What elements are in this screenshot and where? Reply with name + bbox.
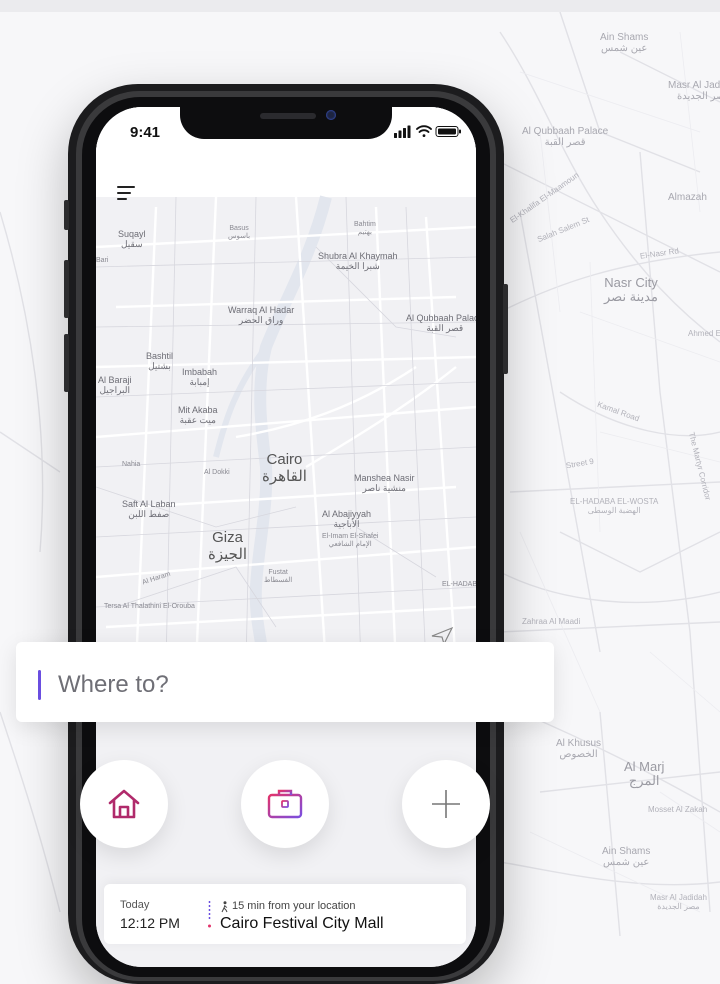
map-label: Al Dokki (204, 469, 230, 476)
map-label: Suqayl سقيل (118, 229, 146, 250)
bg-label: EL-HADABA EL-WOSTA الهضبة الوسطى (570, 497, 659, 515)
briefcase-icon (267, 789, 303, 819)
map-label-giza: Giza الجيزة (208, 529, 248, 564)
map-label-cairo: Cairo القاهرة (262, 451, 307, 486)
status-icons (394, 123, 462, 139)
map-label: Saft Al Laban صفط اللبن (122, 499, 176, 520)
volume-up-button (64, 260, 69, 318)
map-label: Manshea Nasir منشية ناصر (354, 473, 415, 494)
power-button (503, 284, 508, 374)
search-caret (38, 670, 41, 700)
map-label: Basus باسوس (228, 225, 251, 241)
map-label: Bashtil بشتيل (146, 351, 174, 372)
trip-time: 12:12 PM (120, 915, 180, 931)
map-label: Shubra Al Khaymah شبرا الخيمة (318, 251, 398, 272)
bg-label: Masr Al Jadidahمصر الجديدة (650, 893, 707, 911)
bg-label: Zahraa Al Maadi (522, 617, 581, 626)
map-label: Tersa Al Thalathini El-Orouba (104, 603, 195, 610)
mute-switch (64, 200, 69, 230)
home-icon (108, 789, 140, 819)
map-label: Bahtim بهتيم (354, 221, 376, 237)
map-label: Fustat الفسطاط (264, 569, 293, 585)
bg-label: Ain Shams عين شمس (600, 32, 649, 54)
map-label: Mit Akaba ميت عقبة (178, 405, 218, 426)
map-label: Nahia (122, 461, 141, 468)
add-button[interactable] (402, 760, 490, 848)
trip-day: Today (120, 899, 150, 911)
bg-label: Ain Shams عين شمس (602, 846, 651, 868)
map-label: Warraq Al Hadar وراق الحضر (228, 305, 295, 326)
bg-label: Al Khusus الخصوص (556, 738, 602, 760)
plus-icon (432, 790, 460, 818)
map-label: Al Baraji البراجيل (98, 375, 132, 396)
trip-destination: Cairo Festival City Mall (220, 915, 384, 932)
search-input[interactable] (56, 662, 540, 708)
map-label: Bari (96, 257, 109, 264)
trip-distance: 15 min from your location (232, 900, 356, 912)
earpiece-speaker (260, 113, 316, 119)
bg-label: Al Marj المرج (624, 759, 665, 789)
map-label: Al Qubbaah Palace قصر القبة (406, 313, 476, 334)
map-label: El-Imam El-Shafei الإمام الشافعي (322, 533, 379, 549)
bg-label: Nasr City مدينة نصر (604, 275, 658, 305)
walk-icon (220, 900, 230, 913)
bg-label: Almazah (668, 192, 707, 203)
bg-label: Al Qubbaah Palace قصر القبة (522, 126, 609, 148)
trip-card[interactable] (104, 884, 466, 944)
map-label: EL-HADAB EL-WOST (442, 581, 476, 588)
status-time: 9:41 (130, 124, 161, 141)
volume-down-button (64, 334, 69, 392)
map-label: Imbabah إمبابة (182, 367, 218, 388)
bg-label: Mosset Al Zakah (648, 805, 708, 814)
menu-icon[interactable] (116, 183, 138, 203)
bg-label: Masr Al Jadidahمصر الجديدة (668, 80, 720, 102)
bg-label: Ahmed El Zomor (688, 329, 720, 338)
work-button[interactable] (241, 760, 329, 848)
battery-icon (435, 126, 461, 137)
front-camera (326, 110, 336, 120)
route-line (208, 901, 211, 931)
map-label: Al Abajiyyah الأباجية (322, 509, 372, 530)
home-button[interactable] (80, 760, 168, 848)
wifi-icon (416, 125, 432, 137)
signal-icon (394, 125, 411, 138)
top-strip (0, 0, 720, 12)
